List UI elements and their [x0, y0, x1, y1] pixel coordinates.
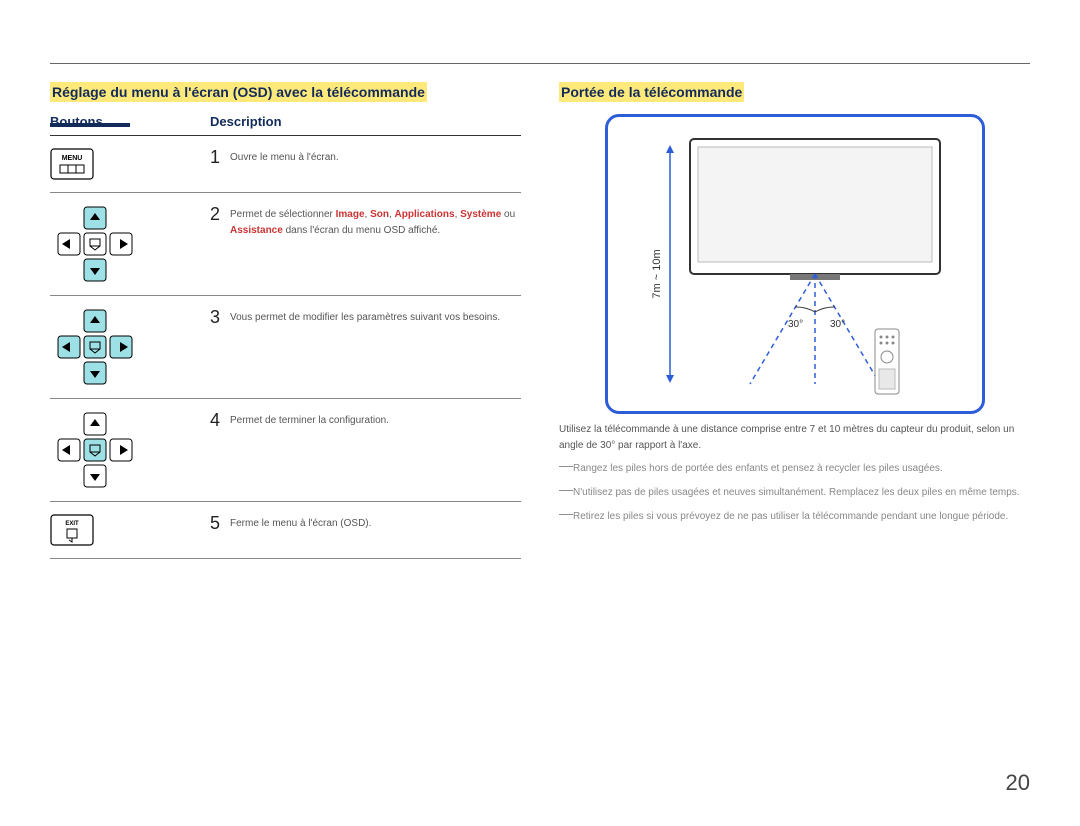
table-row: MENU 1 Ouvre le menu à l'écran.	[50, 136, 521, 193]
svg-text:7m ~ 10m: 7m ~ 10m	[651, 249, 663, 298]
page-number: 20	[1006, 770, 1030, 796]
section-heading-osd: Réglage du menu à l'écran (OSD) avec la …	[50, 82, 427, 102]
dpad-all-icon	[50, 308, 140, 386]
dpad-center-icon	[50, 411, 140, 489]
row-description: Permet de terminer la configuration.	[230, 411, 389, 429]
note-item: Retirez les piles si vous prévoyez de ne…	[559, 508, 1030, 526]
row-number: 1	[210, 148, 230, 166]
row-description: Permet de sélectionner Image, Son, Appli…	[230, 205, 521, 239]
svg-text:MENU: MENU	[62, 155, 83, 162]
menu-button-icon: MENU	[50, 148, 94, 180]
table-row: EXIT 5 Ferme le menu à l'écran (OSD).	[50, 502, 521, 559]
header-marker	[50, 123, 130, 127]
svg-text:EXIT: EXIT	[65, 521, 79, 527]
section-heading-range: Portée de la télécommande	[559, 82, 744, 102]
col-header-description: Description	[210, 114, 282, 129]
note-item: N'utilisez pas de piles usagées et neuve…	[559, 484, 1030, 502]
exit-button-icon: EXIT	[50, 514, 94, 546]
row-number: 4	[210, 411, 230, 429]
row-description: Ferme le menu à l'écran (OSD).	[230, 514, 371, 532]
table-row: 2 Permet de sélectionner Image, Son, App…	[50, 193, 521, 296]
remote-range-diagram: 7m ~ 10m 30° 30°	[605, 114, 985, 414]
top-rule	[50, 63, 1030, 64]
range-paragraph: Utilisez la télécommande à une distance …	[559, 422, 1030, 454]
right-column: Portée de la télécommande 7m ~ 10m	[559, 82, 1030, 559]
row-description: Ouvre le menu à l'écran.	[230, 148, 339, 166]
svg-text:30°: 30°	[788, 319, 803, 330]
table-row: 3 Vous permet de modifier les paramètres…	[50, 296, 521, 399]
dpad-up-down-icon	[50, 205, 140, 283]
row-number: 3	[210, 308, 230, 326]
row-number: 2	[210, 205, 230, 223]
row-description: Vous permet de modifier les paramètres s…	[230, 308, 500, 326]
svg-text:30°: 30°	[830, 319, 845, 330]
table-row: 4 Permet de terminer la configuration.	[50, 399, 521, 502]
note-item: Rangez les piles hors de portée des enfa…	[559, 460, 1030, 478]
row-number: 5	[210, 514, 230, 532]
left-column: Réglage du menu à l'écran (OSD) avec la …	[50, 82, 521, 559]
